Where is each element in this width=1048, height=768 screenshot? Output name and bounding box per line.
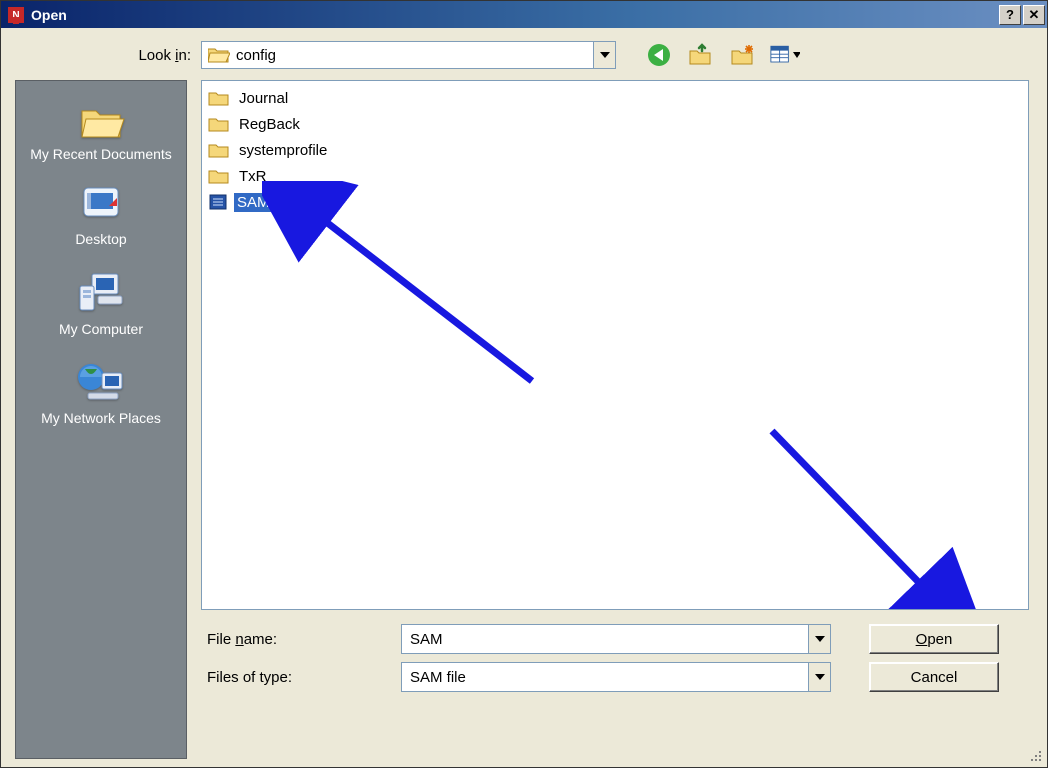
file-name: RegBack (236, 115, 303, 134)
place-my-computer[interactable]: My Computer (16, 264, 186, 347)
list-item[interactable]: TxR (208, 163, 1022, 189)
folder-icon (208, 167, 230, 185)
resize-grip-icon[interactable] (1027, 747, 1045, 765)
list-item[interactable]: SAM (208, 189, 1022, 215)
open-file-dialog: N Open ? ✕ Look in: config (0, 0, 1048, 768)
places-bar: My Recent Documents Desktop (15, 80, 187, 759)
close-button[interactable]: ✕ (1023, 5, 1045, 25)
list-item[interactable]: Journal (208, 85, 1022, 111)
list-wrap: Journal RegBack systemprofile (201, 80, 1029, 767)
annotation-arrow-icon (742, 411, 1002, 610)
look-in-row: Look in: config (1, 28, 1047, 80)
place-recent-documents[interactable]: My Recent Documents (16, 95, 186, 172)
look-in-value: config (236, 47, 593, 64)
look-in-combo[interactable]: config (201, 41, 616, 69)
look-in-label: Look in: (1, 47, 201, 64)
list-item[interactable]: systemprofile (208, 137, 1022, 163)
views-icon[interactable] (770, 40, 800, 70)
place-network-places[interactable]: My Network Places (16, 353, 186, 436)
help-button[interactable]: ? (999, 5, 1021, 25)
file-name-row: File name: SAM Open (201, 624, 1011, 654)
file-list[interactable]: Journal RegBack systemprofile (201, 80, 1029, 610)
place-label: My Recent Documents (30, 147, 172, 162)
file-name: TxR (236, 167, 270, 186)
folder-icon (208, 141, 230, 159)
dialog-body: My Recent Documents Desktop (1, 80, 1047, 767)
place-desktop[interactable]: Desktop (16, 178, 186, 257)
up-one-level-icon[interactable] (686, 40, 716, 70)
file-name: systemprofile (236, 141, 330, 160)
annotation-arrow-icon (262, 181, 562, 411)
file-name: SAM (234, 193, 273, 212)
dropdown-arrow-icon[interactable] (808, 663, 830, 691)
place-label: My Network Places (41, 411, 161, 426)
open-button[interactable]: Open (869, 624, 999, 654)
folder-open-icon (208, 46, 230, 64)
place-label: Desktop (75, 232, 126, 247)
file-name-label: File name: (201, 631, 401, 648)
window-title: Open (31, 7, 997, 23)
file-type-combo[interactable]: SAM file (401, 662, 831, 692)
file-icon (208, 193, 228, 211)
list-item[interactable]: RegBack (208, 111, 1022, 137)
folder-icon (208, 115, 230, 133)
file-type-label: Files of type: (201, 669, 401, 686)
app-icon: N (5, 4, 27, 26)
folder-icon (208, 89, 230, 107)
file-name-value: SAM (410, 631, 443, 648)
dropdown-arrow-icon[interactable] (808, 625, 830, 653)
bottom-controls: File name: SAM Open Files of type: (201, 610, 1029, 706)
cancel-button[interactable]: Cancel (869, 662, 999, 692)
dropdown-arrow-icon[interactable] (593, 42, 615, 68)
file-type-row: Files of type: SAM file Cancel (201, 662, 1011, 692)
back-icon[interactable] (644, 40, 674, 70)
toolbar-nav-icons (644, 40, 800, 70)
titlebar: N Open ? ✕ (1, 1, 1047, 28)
file-type-value: SAM file (410, 669, 466, 686)
file-name-input[interactable]: SAM (401, 624, 831, 654)
new-folder-icon[interactable] (728, 40, 758, 70)
file-name: Journal (236, 89, 291, 108)
place-label: My Computer (59, 322, 143, 337)
